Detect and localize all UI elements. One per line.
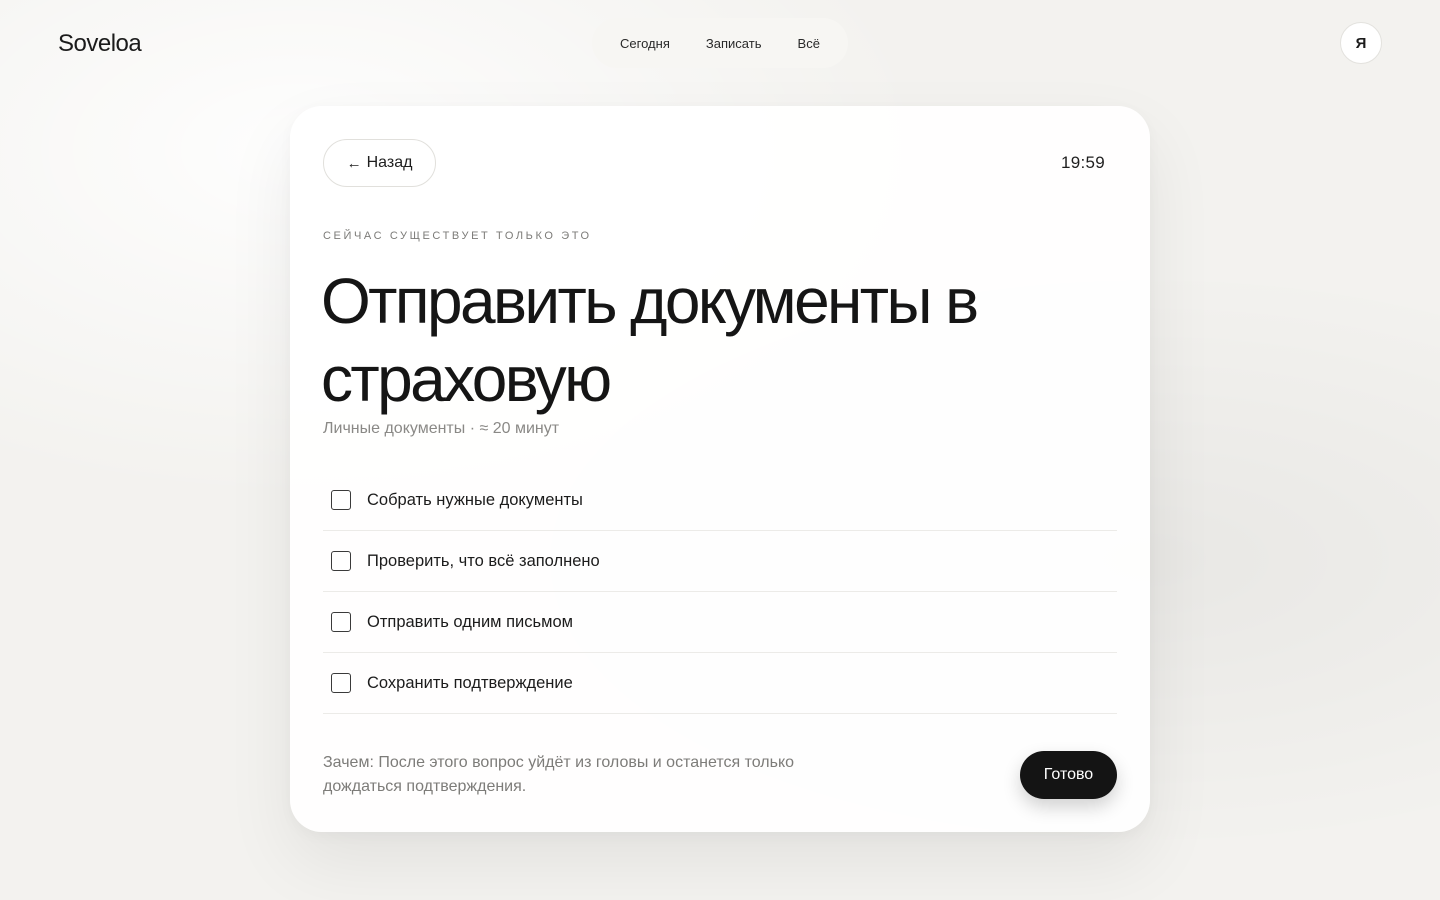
task-card: ← Назад 19:59 СЕЙЧАС СУЩЕСТВУЕТ ТОЛЬКО Э…: [290, 106, 1150, 832]
task-reason: Зачем: После этого вопрос уйдёт из голов…: [323, 754, 795, 795]
eyebrow-text: СЕЙЧАС СУЩЕСТВУЕТ ТОЛЬКО ЭТО: [323, 230, 592, 242]
nav-item-record[interactable]: Записать: [700, 30, 768, 57]
brand-logo[interactable]: Soveloa: [58, 30, 142, 58]
task-title: Отправить документы в страховую: [321, 265, 979, 415]
checkbox[interactable]: [331, 673, 351, 693]
done-button[interactable]: Готово: [1020, 751, 1117, 799]
checklist-item-label: Отправить одним письмом: [367, 612, 573, 631]
task-checklist: Собрать нужные документы Проверить, что …: [323, 470, 1117, 714]
top-navigation: Сегодня Записать Всё: [592, 18, 848, 68]
checklist-item-label: Сохранить подтверждение: [367, 673, 573, 692]
checkbox[interactable]: [331, 551, 351, 571]
nav-item-today[interactable]: Сегодня: [614, 30, 676, 57]
focus-timer: 19:59: [1060, 153, 1105, 172]
checkbox[interactable]: [331, 612, 351, 632]
checklist-item[interactable]: Отправить одним письмом: [323, 592, 1117, 653]
checklist-item[interactable]: Сохранить подтверждение: [323, 653, 1117, 714]
checklist-item[interactable]: Собрать нужные документы: [323, 470, 1117, 531]
checkbox[interactable]: [331, 490, 351, 510]
checklist-item-label: Собрать нужные документы: [367, 490, 583, 509]
user-avatar-button[interactable]: Я: [1340, 22, 1382, 64]
arrow-left-icon: ←: [346, 154, 362, 172]
back-button[interactable]: ← Назад: [323, 139, 436, 187]
back-button-label: Назад: [366, 154, 413, 171]
task-meta: Личные документы · ≈ 20 минут: [323, 420, 560, 437]
checklist-item-label: Проверить, что всё заполнено: [367, 551, 600, 570]
nav-item-all[interactable]: Всё: [792, 30, 826, 57]
checklist-item[interactable]: Проверить, что всё заполнено: [323, 531, 1117, 592]
